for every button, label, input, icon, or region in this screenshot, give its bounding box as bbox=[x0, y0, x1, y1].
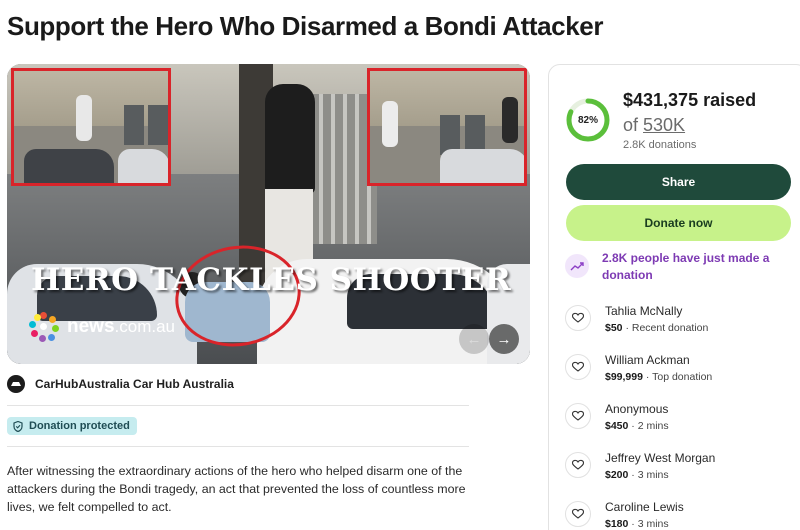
organizer-avatar bbox=[7, 375, 25, 393]
prev-arrow-icon[interactable]: ← bbox=[459, 324, 489, 354]
organizer[interactable]: CarHubAustralia Car Hub Australia bbox=[7, 375, 234, 393]
video-headline: HERO TACKLES SHOOTER bbox=[31, 262, 512, 298]
heart-hand-icon bbox=[565, 354, 591, 380]
donate-now-button[interactable]: Donate now bbox=[566, 205, 791, 241]
heart-hand-icon bbox=[565, 305, 591, 331]
donor-item: Caroline Lewis $180 · 3 mins bbox=[565, 499, 684, 530]
donor-item: Jeffrey West Morgan $200 · 3 mins bbox=[565, 450, 715, 483]
goal-amount: of 530K bbox=[623, 115, 686, 135]
donor-item: William Ackman $99,999 · Top donation bbox=[565, 352, 712, 385]
organizer-name[interactable]: CarHubAustralia Car Hub Australia bbox=[35, 377, 234, 391]
donation-protected-badge[interactable]: Donation protected bbox=[7, 417, 137, 435]
donations-count: 2.8K donations bbox=[623, 139, 697, 151]
heart-hand-icon bbox=[565, 452, 591, 478]
shield-icon bbox=[13, 420, 23, 432]
trending-up-icon bbox=[565, 254, 589, 278]
donor-item: Tahlia McNally $50 · Recent donation bbox=[565, 303, 708, 336]
next-arrow-icon[interactable]: → bbox=[489, 324, 519, 354]
story-text: After witnessing the extraordinary actio… bbox=[7, 464, 466, 514]
divider bbox=[7, 446, 469, 447]
amount-raised: $431,375 raised bbox=[623, 90, 757, 110]
share-button[interactable]: Share bbox=[566, 164, 791, 200]
heart-hand-icon bbox=[565, 501, 591, 527]
divider bbox=[7, 405, 469, 406]
heart-hand-icon bbox=[565, 403, 591, 429]
hero-media[interactable]: HERO TACKLES SHOOTER news.com.au ← → bbox=[7, 64, 530, 364]
donation-card: 82% $431,375 raised of 530K 2.8K donatio… bbox=[548, 64, 800, 530]
news-watermark: news.com.au bbox=[29, 312, 175, 342]
donor-item: Anonymous $450 · 2 mins bbox=[565, 401, 669, 434]
inset-frame-left bbox=[11, 68, 171, 186]
page-title: Support the Hero Who Disarmed a Bondi At… bbox=[7, 11, 604, 41]
news-logo-icon bbox=[29, 312, 59, 342]
recent-donors-trend[interactable]: 2.8K people have just made a donation bbox=[565, 250, 782, 284]
inset-frame-right bbox=[367, 68, 527, 186]
progress-percent: 82% bbox=[577, 114, 598, 126]
